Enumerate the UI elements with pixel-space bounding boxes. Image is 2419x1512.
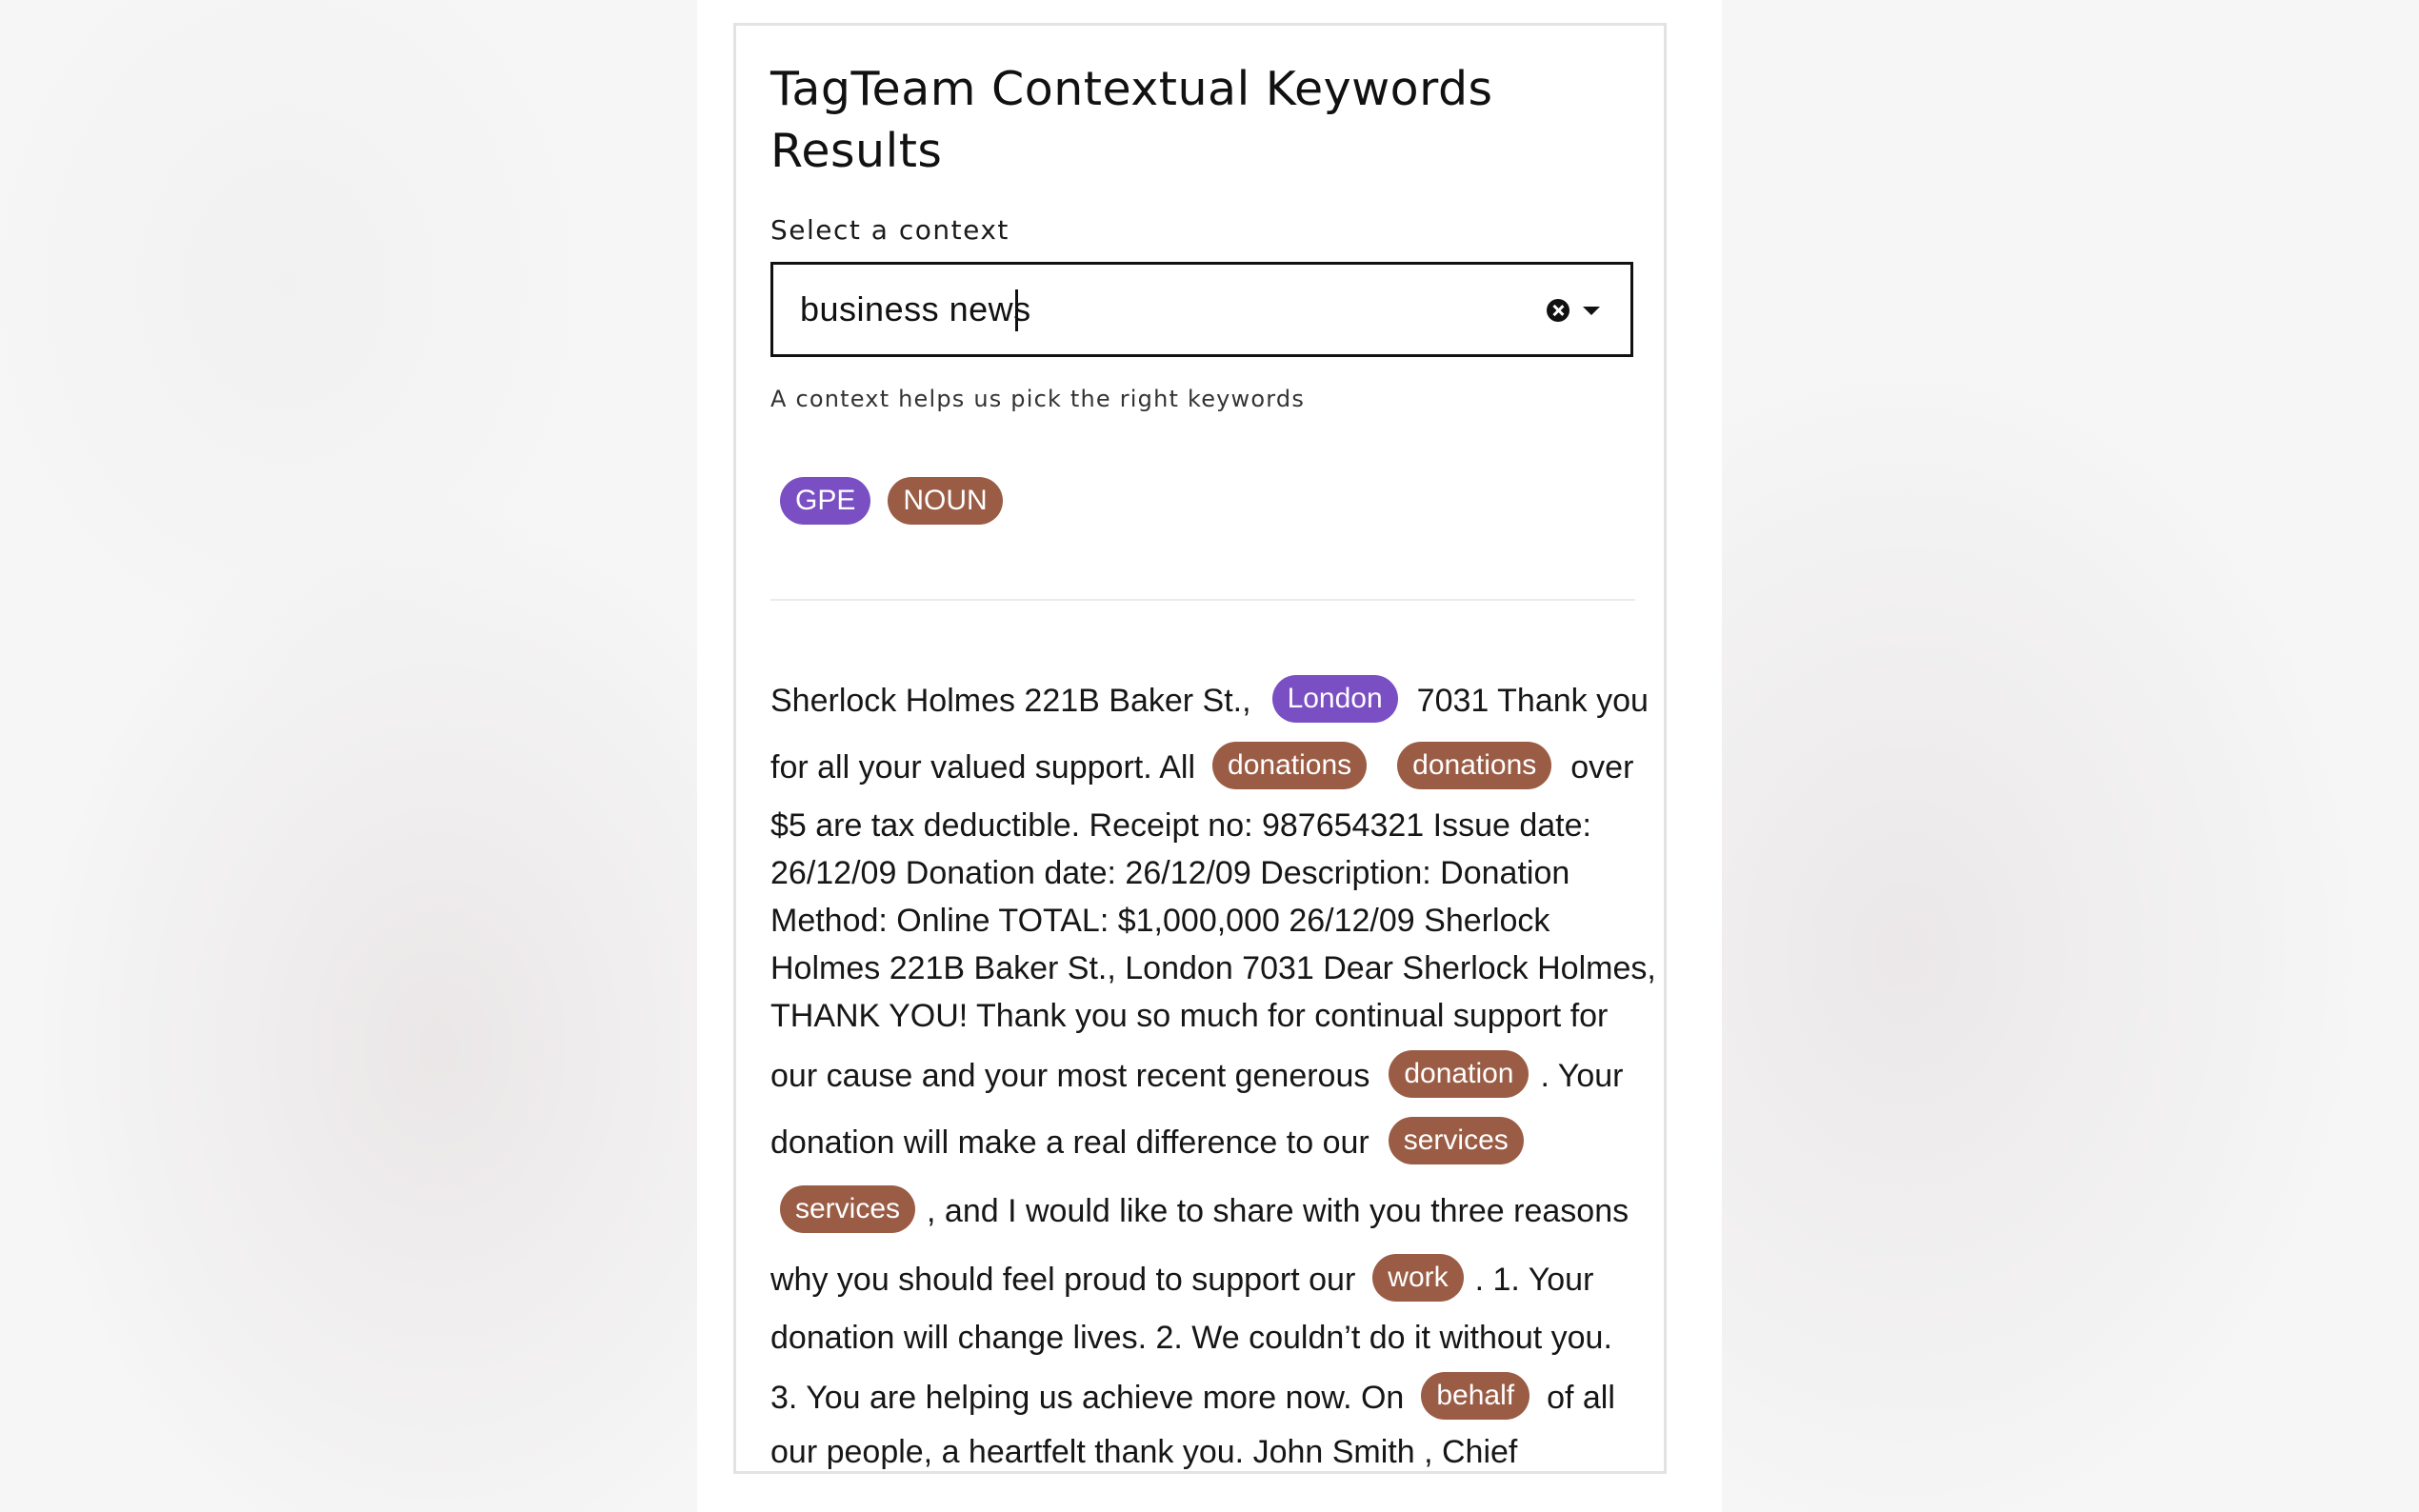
text-line: donation will change lives. 2. We couldn… — [770, 1317, 1612, 1357]
entity-tag-gpe[interactable]: London — [1271, 675, 1398, 723]
entity-tag-noun[interactable]: work — [1372, 1254, 1464, 1302]
text-segment: our cause and your most recent generous — [770, 1058, 1370, 1094]
text-line: Sherlock Holmes 221B Baker St., London 703… — [770, 675, 1649, 723]
text-segment: Sherlock Holmes 221B Baker St., — [770, 683, 1251, 719]
text-segment: . 1. Your — [1474, 1262, 1594, 1298]
entity-tag-noun[interactable]: donations — [1397, 742, 1552, 789]
text-segment: for all your valued support. All — [770, 749, 1196, 786]
text-segment: our people, a heartfelt thank you. John … — [770, 1434, 1518, 1471]
text-segment: , and I would like to share with you thr… — [927, 1193, 1629, 1229]
entity-tag-noun[interactable]: behalf — [1421, 1372, 1530, 1420]
text-segment: . Your — [1540, 1058, 1624, 1094]
text-line: $5 are tax deductible. Receipt no: 98765… — [770, 805, 1591, 845]
text-segment: Method: Online TOTAL: $1,000,000 26/12/0… — [770, 903, 1550, 940]
text-line: Holmes 221B Baker St., London 7031 Dear … — [770, 947, 1656, 987]
text-line: our cause and your most recent generous d… — [770, 1050, 1623, 1098]
entity-tag-noun[interactable]: donations — [1212, 742, 1368, 789]
text-segment: over — [1570, 749, 1634, 786]
text-line: 26/12/09 Donation date: 26/12/09 Descrip… — [770, 852, 1570, 892]
text-segment: THANK YOU! Thank you so much for continu… — [770, 998, 1609, 1035]
text-line: services , and I would like to share with… — [770, 1185, 1629, 1233]
text-line: donation will make a real difference to … — [770, 1117, 1524, 1164]
text-segment: donation will make a real difference to … — [770, 1124, 1369, 1161]
entity-tag-noun[interactable]: services — [780, 1185, 916, 1233]
entity-tag-noun[interactable]: donation — [1389, 1050, 1529, 1098]
text-segment: donation will change lives. 2. We couldn… — [770, 1320, 1612, 1357]
text-segment: Holmes 221B Baker St., London 7031 Dear … — [770, 950, 1656, 987]
text-segment: of all — [1547, 1380, 1615, 1416]
text-segment: 7031 Thank you — [1416, 683, 1649, 719]
results-card: TagTeam Contextual Keywords Results Sele… — [733, 23, 1667, 1474]
text-line: 3. You are helping us achieve more now. … — [770, 1372, 1615, 1420]
text-segment: 3. You are helping us achieve more now. … — [770, 1380, 1405, 1416]
text-line: why you should feel proud to support our… — [770, 1254, 1593, 1302]
text-segment: 26/12/09 Donation date: 26/12/09 Descrip… — [770, 855, 1570, 892]
text-segment: why you should feel proud to support our — [770, 1262, 1356, 1298]
text-segment: $5 are tax deductible. Receipt no: 98765… — [770, 807, 1591, 845]
text-line: for all your valued support. All donation… — [770, 742, 1633, 789]
text-line: Method: Online TOTAL: $1,000,000 26/12/0… — [770, 900, 1550, 940]
tagged-text-body: Sherlock Holmes 221B Baker St., London 703… — [770, 26, 1656, 1471]
text-line: our people, a heartfelt thank you. John … — [770, 1431, 1518, 1471]
text-line: THANK YOU! Thank you so much for continu… — [770, 995, 1609, 1035]
entity-tag-noun[interactable]: services — [1388, 1117, 1524, 1164]
